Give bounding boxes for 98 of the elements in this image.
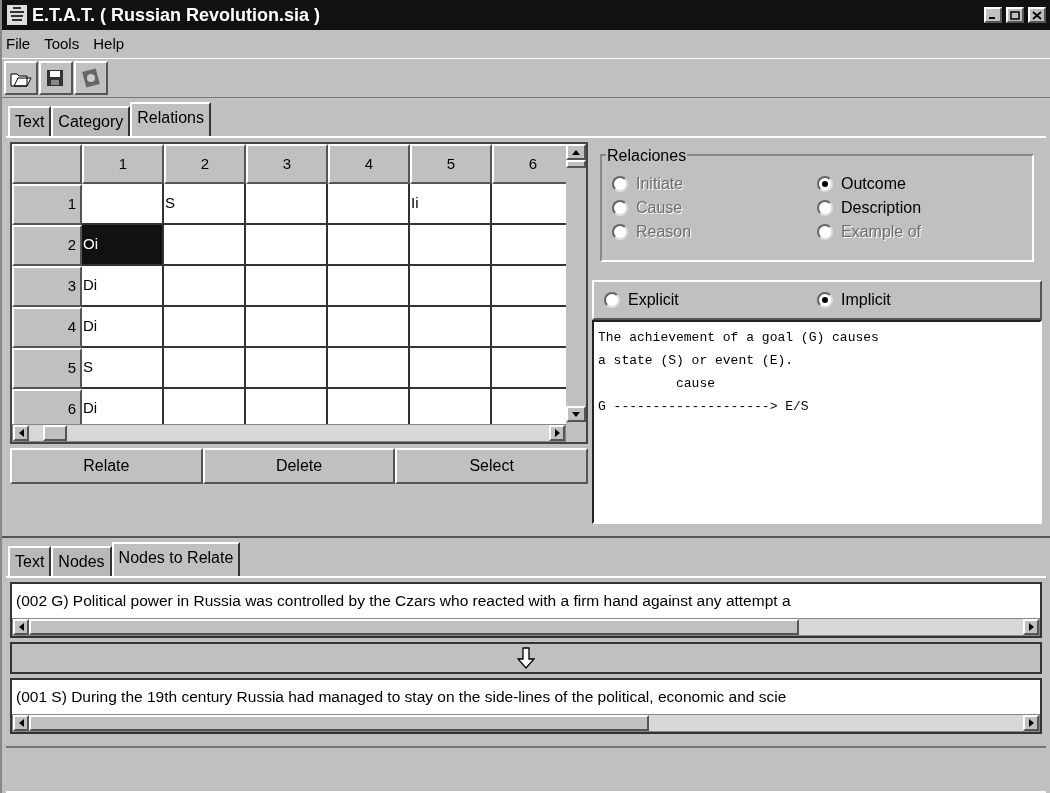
action-button[interactable]: Relate [10,448,203,484]
grid-cell[interactable] [164,225,246,266]
grid-cell[interactable] [328,225,410,266]
row-header[interactable]: 5 [12,348,82,389]
radio-label: Example of [841,222,922,242]
grid-cell[interactable]: S [82,348,164,389]
grid-cell[interactable] [492,225,566,266]
grid-cell[interactable]: Ii [410,184,492,225]
scroll-left-icon[interactable] [13,715,29,731]
grid-cell[interactable] [492,266,566,307]
grid-cell[interactable] [328,348,410,389]
tab[interactable]: Text [8,106,52,136]
column-header[interactable]: 1 [82,144,164,184]
scroll-thumb[interactable] [29,715,649,731]
menu-item[interactable]: File [6,32,31,56]
grid-cell[interactable] [328,307,410,348]
radio-label: Cause [636,198,683,218]
radio-button[interactable] [817,176,833,192]
arrow-down-icon [517,647,535,669]
grid-cell[interactable]: Di [82,307,164,348]
action-button[interactable]: Select [395,448,588,484]
grid-cell[interactable] [492,184,566,225]
scroll-down-icon[interactable] [566,406,586,422]
grid-cell[interactable] [164,348,246,389]
scroll-right-icon[interactable] [1023,619,1039,635]
row-header[interactable]: 2 [12,225,82,266]
row-header[interactable]: 1 [12,184,82,225]
scroll-thumb[interactable] [29,619,799,635]
column-header[interactable]: 4 [328,144,410,184]
grid-cell[interactable] [164,266,246,307]
grid-cell[interactable] [328,389,410,424]
grid-cell[interactable] [492,389,566,424]
scroll-thumb[interactable] [43,425,67,441]
row-header[interactable]: 6 [12,389,82,424]
action-button[interactable]: Delete [202,448,396,484]
grid-cell[interactable] [328,266,410,307]
grid-cell[interactable]: S [164,184,246,225]
grid-cell[interactable] [246,348,328,389]
window-title: E.T.A.T. ( Russian Revolution.sia ) [32,3,321,27]
grid-cell[interactable] [164,307,246,348]
tab[interactable]: Category [51,106,131,136]
horizontal-scrollbar[interactable] [12,424,566,442]
description-text: The achievement of a goal (G) causes a state (S) or event (E). cause G --------------------> E/S [598,329,880,416]
node-text-field[interactable]: (001 S) During the 19th century Russia had managed to stay on the side-lines of the political, economic and scie [12,680,1040,714]
grid-cell[interactable] [410,389,492,424]
menu-item[interactable]: Tools [44,32,80,56]
radio-label: Outcome [841,174,906,194]
grid-cell[interactable] [246,266,328,307]
tab[interactable]: Text [8,546,52,576]
grid-cell[interactable] [410,225,492,266]
scroll-left-icon[interactable] [13,619,29,635]
minimize-icon[interactable] [984,7,1002,23]
grid-cell[interactable] [492,307,566,348]
radio-label: Implicit [841,290,891,310]
grid-cell[interactable] [410,266,492,307]
maximize-icon[interactable] [1006,7,1024,23]
tab[interactable]: Nodes to Relate [111,542,241,576]
scroll-right-icon[interactable] [549,425,565,441]
column-header[interactable]: 5 [410,144,492,184]
row-header[interactable]: 3 [12,266,82,307]
grid-cell[interactable]: Di [82,389,164,424]
stamp-icon[interactable] [74,61,108,95]
grid-cell[interactable]: Oi [82,225,164,266]
horizontal-scrollbar[interactable] [12,714,1040,732]
radio-label: Explicit [628,290,679,310]
scroll-left-icon[interactable] [13,425,29,441]
grid-cell[interactable] [246,307,328,348]
radio-label: Reason [636,222,692,242]
grid-cell[interactable]: Di [82,266,164,307]
scroll-up-icon[interactable] [566,144,586,160]
column-header[interactable]: 3 [246,144,328,184]
scroll-thumb[interactable] [566,160,586,168]
tab[interactable]: Nodes [51,546,112,576]
close-icon[interactable] [1028,7,1046,23]
scroll-right-icon[interactable] [1023,715,1039,731]
node-text-field[interactable]: (002 G) Political power in Russia was controlled by the Czars who reacted with a firm hand against any attempt a [12,584,1040,618]
grid-cell[interactable] [410,348,492,389]
row-header[interactable]: 4 [12,307,82,348]
open-folder-icon[interactable] [4,61,38,95]
column-header[interactable]: 6 [492,144,566,184]
grid-cell[interactable] [328,184,410,225]
radio-label: Description [841,198,922,218]
horizontal-scrollbar[interactable] [12,618,1040,636]
grid-cell[interactable] [246,389,328,424]
radio-button[interactable] [817,200,833,216]
grid-cell[interactable] [246,225,328,266]
grid-cell[interactable] [492,348,566,389]
grid-cell[interactable] [82,184,164,225]
grid-cell[interactable] [164,389,246,424]
radio-button[interactable] [604,292,620,308]
column-header[interactable]: 2 [164,144,246,184]
radio-button[interactable] [817,292,833,308]
grid-cell[interactable] [410,307,492,348]
app-logo-icon [6,4,28,26]
menu-item[interactable]: Help [93,32,125,56]
tab[interactable]: Relations [130,102,211,136]
radio-label: Initiate [636,174,684,194]
grid-cell[interactable] [246,184,328,225]
